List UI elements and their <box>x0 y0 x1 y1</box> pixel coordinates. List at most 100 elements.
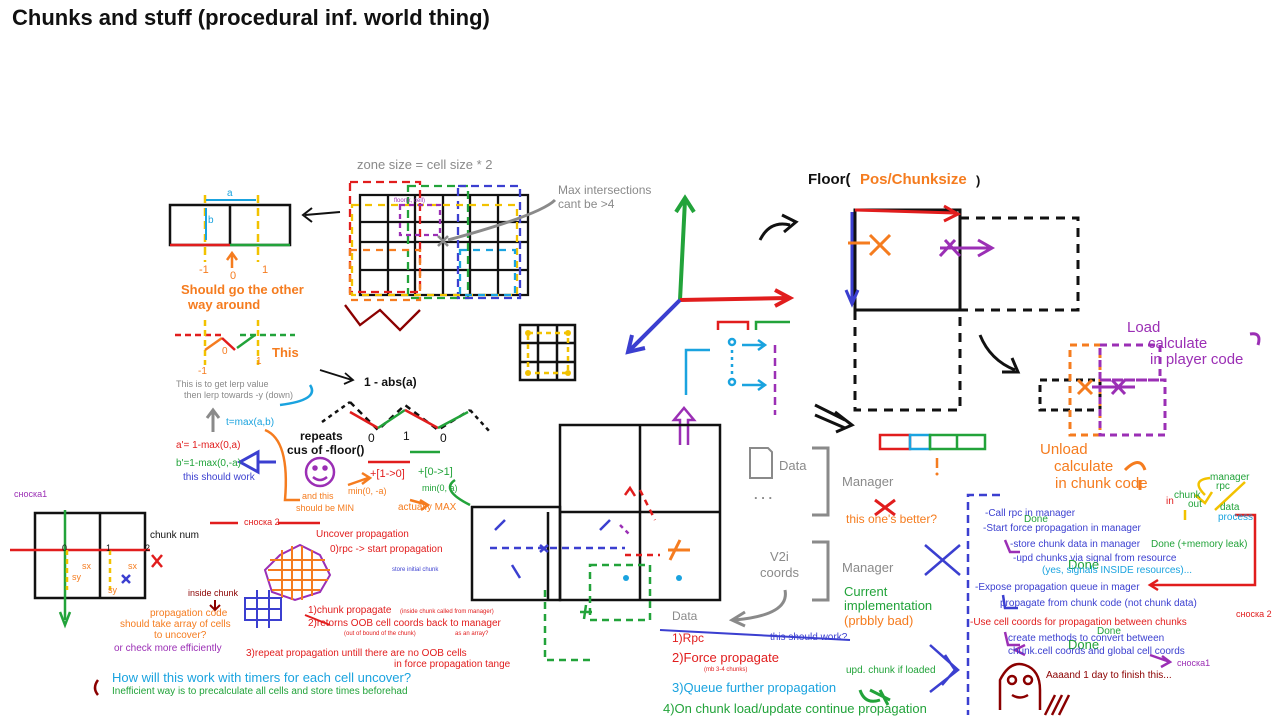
chunk-2: 2 <box>145 543 151 553</box>
label-b: b <box>208 215 214 226</box>
wave-0b: 0 <box>440 431 447 445</box>
plus-1-0: +[1->0] <box>370 468 405 480</box>
current-3: (prbbly bad) <box>844 613 914 628</box>
todo-store-chunk: -store chunk data in manager <box>1010 539 1141 550</box>
queue-step: 3)Queue further propagation <box>672 680 837 695</box>
b-prime-note: b'=1-max(0,-a) <box>176 458 241 469</box>
this-note: This <box>272 345 299 360</box>
todo-in: in <box>1166 496 1174 507</box>
force-step: 2)Force propagate <box>672 650 779 665</box>
rpc-start-propagation: 0)rpc -> start propagation <box>330 544 443 555</box>
todo-signals-inside: (yes, signals INSIDE resources)... <box>1042 565 1193 576</box>
step2: 2)retorns OOB cell coords back to manage… <box>308 618 501 629</box>
smiley-icon <box>304 456 336 488</box>
todo-chunk-cell: chunk.cell coords and global cell coords <box>1008 646 1185 657</box>
data-label-1: Data <box>779 458 807 473</box>
cant-be-note: cant be >4 <box>558 197 615 211</box>
min-0-neg-a: min(0, -a) <box>348 486 387 496</box>
plus-0-1: +[0->1] <box>418 466 453 478</box>
lerp-tick-0: 0 <box>222 346 228 357</box>
lerp-tick-neg1: -1 <box>198 366 207 377</box>
data-label-2: Data <box>672 609 698 623</box>
pos-chunksize: Pos/Chunksize <box>860 171 967 188</box>
chunk-num-label: chunk num <box>150 530 199 541</box>
chunk-sy2: sy <box>108 585 117 595</box>
min-0-a: min(0, a) <box>422 483 458 493</box>
manager-label-2: Manager <box>842 560 894 575</box>
cell-ab-diagram <box>168 195 341 268</box>
todo-process: process <box>1218 512 1254 523</box>
max-intersections-note: Max intersections <box>558 183 652 197</box>
unload-2: calculate <box>1054 458 1114 475</box>
chunk-sy: sy <box>72 572 81 582</box>
or-check-note: or check more efficiently <box>114 643 222 654</box>
floor-chunks <box>758 204 1080 476</box>
tick-neg1: -1 <box>199 264 209 276</box>
load-3: in player code <box>1150 351 1244 368</box>
t-max-note: t=max(a,b) <box>226 417 275 428</box>
zone-grid <box>344 180 557 332</box>
step2-note: (out of bound of the chunk) <box>344 631 416 637</box>
prop-code-3: to uncover? <box>154 630 207 641</box>
one-minus-abs: 1 - abs(a) <box>364 375 417 389</box>
todo-aaaand: Aaaand 1 day to finish this... <box>1046 670 1172 681</box>
on-load-step: 4)On chunk load/update continue propagat… <box>663 701 927 716</box>
upd-chunk-note: upd. chunk if loaded <box>846 665 936 676</box>
tick-0: 0 <box>230 270 237 282</box>
todo-snoska2: сноска 2 <box>1236 609 1272 619</box>
manager-label-1: Manager <box>842 474 894 489</box>
store-initial-chunk: store initial chunk <box>392 567 439 573</box>
data-column-sketch <box>671 320 790 445</box>
step1: 1)chunk propagate <box>308 605 392 616</box>
todo-done-leak: Done (+memory leak) <box>1151 539 1248 550</box>
center-grid <box>470 423 722 662</box>
label-a: a <box>227 188 233 199</box>
step1-note: (inside chunk called from manager) <box>400 609 494 615</box>
todo-out: out <box>1188 499 1202 510</box>
force-note: (mb 3-4 chunks) <box>704 667 748 673</box>
todo-rpc: rpc <box>1216 481 1230 492</box>
chunk-sx: sx <box>82 561 91 571</box>
unload-3: in chunk code <box>1055 475 1148 492</box>
and-this-2: should be MIN <box>296 503 355 513</box>
tick-1: 1 <box>262 264 269 276</box>
small-grid <box>518 323 577 382</box>
repeats-note: repeats <box>300 429 343 443</box>
chunk-1: 1 <box>106 543 112 553</box>
data-dots: . . . <box>754 487 773 502</box>
and-this-1: and this <box>302 491 334 501</box>
a-prime-note: a'= 1-max(0,a) <box>176 440 241 451</box>
actually-max: actually MAX <box>398 502 457 513</box>
this-should-work-q: this should work? <box>770 632 848 643</box>
v2i-label-2: coords <box>760 565 800 580</box>
blue-back-arrow <box>236 449 276 475</box>
way-around-note: way around <box>188 297 261 312</box>
lerp-note-2: then lerp towards -y (down) <box>184 390 294 400</box>
todo-snoska1: сноска1 <box>1177 658 1211 668</box>
unload-1: Unload <box>1040 441 1088 458</box>
inside-chunk: inside chunk <box>188 588 239 598</box>
uncover-propagation: Uncover propagation <box>316 529 409 540</box>
wave-0a: 0 <box>368 431 375 445</box>
chunk-sx2: sx <box>128 561 137 571</box>
zone-size-note: zone size = cell size * 2 <box>357 157 493 172</box>
wave-1: 1 <box>403 429 410 443</box>
rpc-step: 1)Rpc <box>672 631 705 645</box>
v2i-label-1: V2i <box>770 549 789 564</box>
this-should-work-note: this should work <box>183 472 255 483</box>
floor-close: ) <box>976 173 981 188</box>
todo-start-force: -Start force propagation in manager <box>983 523 1141 534</box>
page-title: Chunks and stuff (procedural inf. world … <box>12 5 490 30</box>
todo-use-cell: -Use cell coords for propagation between… <box>970 617 1187 628</box>
floor-open: Floor( <box>808 171 851 188</box>
chunk-0: 0 <box>62 543 68 553</box>
prop-code-1: propagation code <box>150 608 228 619</box>
snoska1-left: сноска1 <box>14 489 48 499</box>
lerp-tick-1: 1 <box>256 356 262 367</box>
todo-expose: -Expose propagation queue in mager <box>975 582 1140 593</box>
this-ones-better: this one's better? <box>846 512 938 526</box>
current-2: implementation <box>844 598 933 613</box>
timers-question: How will this work with timers for each … <box>112 670 412 685</box>
floor-cell-note: floor(x, cell) <box>394 198 426 204</box>
3d-axes <box>625 194 795 355</box>
